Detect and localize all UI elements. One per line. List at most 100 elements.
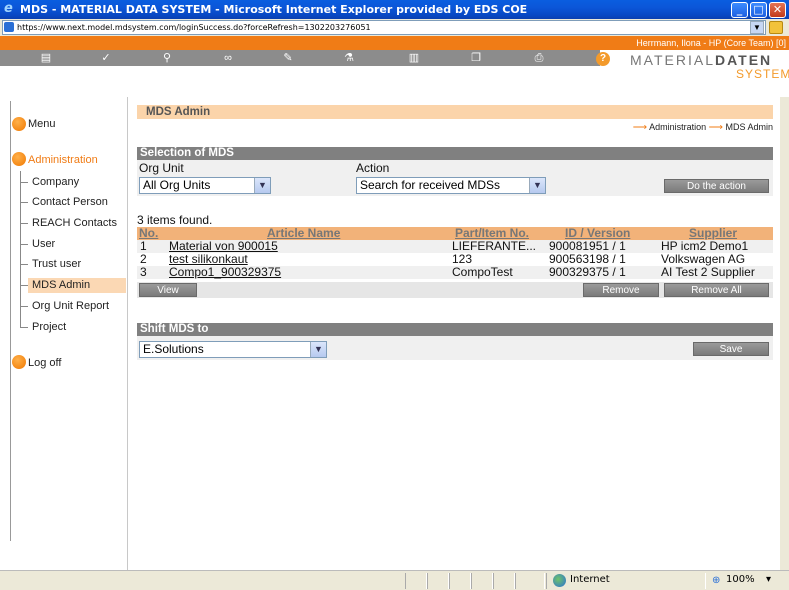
close-button[interactable]: ✕ xyxy=(769,2,786,18)
selection-box: Org Unit Action All Org Units ▼ Search f… xyxy=(137,160,773,196)
status-segment xyxy=(405,573,427,589)
nav-tree-line xyxy=(10,101,11,541)
table-row: 3 Compo1_900329375 CompoTest 900329375 /… xyxy=(137,266,773,279)
check-icon[interactable]: ✓ xyxy=(94,50,118,66)
cell-part: LIEFERANTE... xyxy=(452,240,537,253)
nav-item-contact-person[interactable]: Contact Person xyxy=(32,196,108,208)
items-found-text: 3 items found. xyxy=(137,213,213,227)
status-segment xyxy=(427,573,449,589)
administration-bullet-icon xyxy=(12,152,26,166)
search-icon[interactable]: ⚲ xyxy=(155,50,179,66)
zoom-level[interactable]: 100% xyxy=(726,574,755,585)
chevron-down-icon: ▼ xyxy=(310,342,326,357)
branch-line xyxy=(20,285,28,286)
save-button[interactable]: Save xyxy=(693,342,769,356)
cell-no: 1 xyxy=(140,240,147,253)
chevron-down-icon: ▼ xyxy=(529,178,545,193)
menu-bullet-icon xyxy=(12,117,26,131)
cell-article-link[interactable]: test silikonkaut xyxy=(169,253,329,266)
shift-target-value: E.Solutions xyxy=(143,342,204,356)
main-panel: MDS Admin ⟶ Administration ⟶ MDS Admin S… xyxy=(137,97,777,570)
minimize-button[interactable]: _ xyxy=(731,2,748,18)
page-icon xyxy=(4,22,14,32)
nav-item-user[interactable]: User xyxy=(32,238,55,250)
cell-article-link[interactable]: Material von 900015 xyxy=(169,240,329,253)
branch-line xyxy=(20,264,28,265)
window-title: MDS - MATERIAL DATA SYSTEM - Microsoft I… xyxy=(20,3,528,16)
title-bar: e MDS - MATERIAL DATA SYSTEM - Microsoft… xyxy=(0,0,789,19)
address-bar: https://www.next.model.mdsystem.com/logi… xyxy=(0,19,789,36)
org-unit-label: Org Unit xyxy=(139,161,184,175)
cell-article-link[interactable]: Compo1_900329375 xyxy=(169,266,329,279)
header-part-item-no[interactable]: Part/Item No. xyxy=(455,227,529,240)
table-header: No. Article Name Part/Item No. ID / Vers… xyxy=(137,227,773,240)
cell-part: 123 xyxy=(452,253,473,266)
shift-target-select[interactable]: E.Solutions ▼ xyxy=(139,341,327,358)
nav-item-org-unit-report[interactable]: Org Unit Report xyxy=(32,300,109,312)
nav-menu[interactable]: Menu xyxy=(28,118,56,130)
help-icon[interactable]: ? xyxy=(596,52,610,66)
nav-subtree-line xyxy=(20,171,21,327)
status-segment xyxy=(449,573,471,589)
branch-line xyxy=(20,306,28,307)
header-article-name[interactable]: Article Name xyxy=(267,227,340,240)
table-row: 1 Material von 900015 LIEFERANTE... 9000… xyxy=(137,240,773,253)
cell-supplier: HP icm2 Demo1 xyxy=(661,240,749,253)
header-supplier[interactable]: Supplier xyxy=(689,227,737,240)
nav-administration[interactable]: Administration xyxy=(28,154,98,166)
status-segment xyxy=(493,573,515,589)
browser-window: e MDS - MATERIAL DATA SYSTEM - Microsoft… xyxy=(0,0,789,590)
zoom-dropdown-icon[interactable]: ▾ xyxy=(766,574,771,585)
branch-line xyxy=(20,223,28,224)
nav-item-mds-admin[interactable]: MDS Admin xyxy=(32,279,90,291)
breadcrumb-arrow-icon: ⟶ xyxy=(632,122,648,133)
save-icon[interactable]: ▤ xyxy=(34,50,58,66)
action-select[interactable]: Search for received MDSs ▼ xyxy=(356,177,546,194)
nav-item-project[interactable]: Project xyxy=(32,321,66,333)
breadcrumb-administration[interactable]: Administration xyxy=(649,122,706,132)
user-info: Herrmann, Ilona - HP (Core Team) [0] xyxy=(0,36,789,50)
zoom-icon[interactable]: ⊕ xyxy=(712,575,720,586)
toolbar: ▤ ✓ ⚲ ∞ ✎ ⚗ ▥ ❐ ⎙ ? MATERIALDATEN SYSTEM xyxy=(0,50,789,97)
do-action-button[interactable]: Do the action xyxy=(664,179,769,193)
brand-logo-system: SYSTEM xyxy=(736,67,789,81)
cell-no: 2 xyxy=(140,253,147,266)
cell-id: 900329375 / 1 xyxy=(549,266,626,279)
lock-icon[interactable] xyxy=(769,21,783,34)
cell-supplier: Volkswagen AG xyxy=(661,253,746,266)
address-input[interactable]: https://www.next.model.mdsystem.com/logi… xyxy=(2,20,766,35)
copy-icon[interactable]: ❐ xyxy=(464,50,488,66)
org-unit-select[interactable]: All Org Units ▼ xyxy=(139,177,271,194)
branch-line xyxy=(20,327,28,328)
security-zone-text: Internet xyxy=(570,574,610,585)
page-title: MDS Admin xyxy=(137,105,773,119)
address-dropdown-icon[interactable]: ▼ xyxy=(750,21,764,34)
nav-item-reach-contacts[interactable]: REACH Contacts xyxy=(32,217,117,229)
nav-logoff[interactable]: Log off xyxy=(28,357,61,369)
header-id-version[interactable]: ID / Version xyxy=(565,227,630,240)
status-segment xyxy=(471,573,493,589)
cell-id: 900563198 / 1 xyxy=(549,253,626,266)
link-icon[interactable]: ∞ xyxy=(216,50,240,66)
view-button[interactable]: View xyxy=(139,283,197,297)
left-nav: Menu Administration Company Contact Pers… xyxy=(0,97,128,570)
nav-item-trust-user[interactable]: Trust user xyxy=(32,258,81,270)
branch-line xyxy=(20,202,28,203)
breadcrumb-mds-admin[interactable]: MDS Admin xyxy=(725,122,773,132)
cell-part: CompoTest xyxy=(452,266,513,279)
remove-button[interactable]: Remove xyxy=(583,283,659,297)
remove-all-button[interactable]: Remove All xyxy=(664,283,769,297)
table-footer: View Remove Remove All xyxy=(137,282,773,298)
nav-item-company[interactable]: Company xyxy=(32,176,79,188)
print-icon[interactable]: ⎙ xyxy=(527,50,551,66)
document-icon[interactable]: ▥ xyxy=(402,50,426,66)
edit-icon[interactable]: ✎ xyxy=(276,50,300,66)
maximize-button[interactable]: □ xyxy=(750,2,767,18)
header-no[interactable]: No. xyxy=(139,227,158,240)
shift-box: E.Solutions ▼ Save xyxy=(137,336,773,360)
flask-icon[interactable]: ⚗ xyxy=(337,50,361,66)
breadcrumb: ⟶ Administration ⟶ MDS Admin xyxy=(633,122,773,133)
cell-id: 900081951 / 1 xyxy=(549,240,626,253)
chevron-down-icon: ▼ xyxy=(254,178,270,193)
branch-line xyxy=(20,244,28,245)
